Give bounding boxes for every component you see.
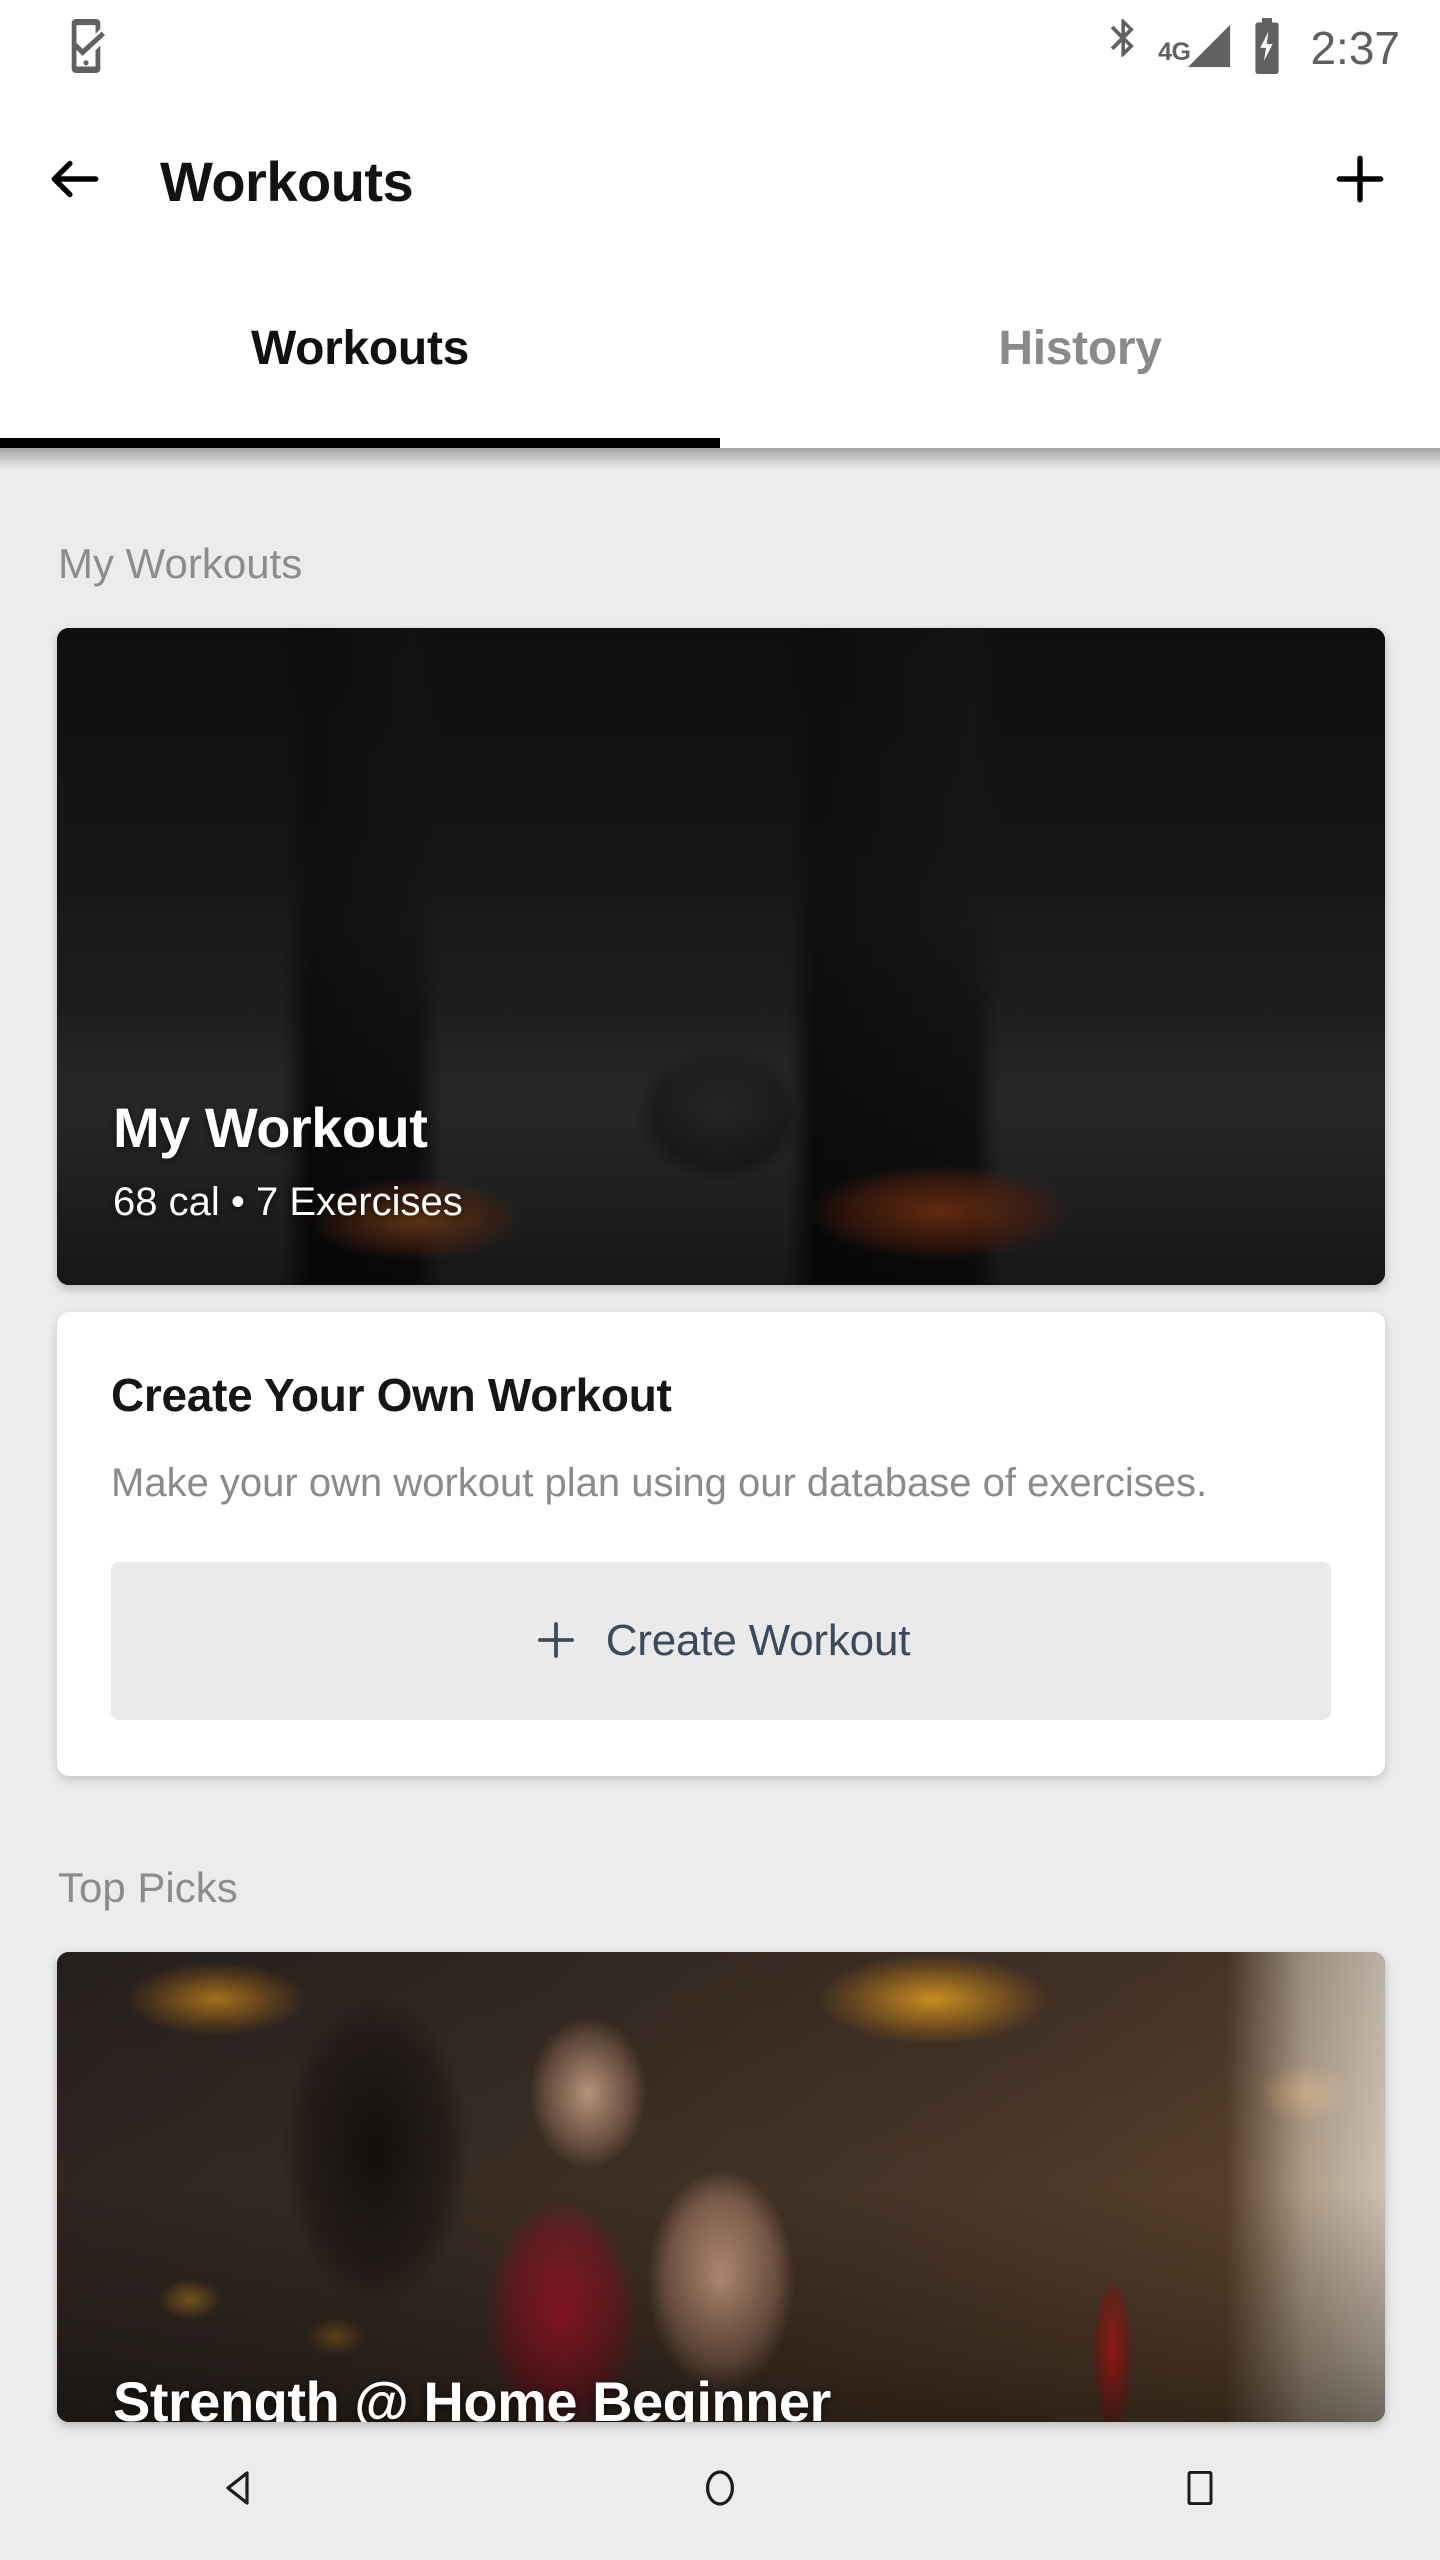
nav-back-button[interactable] [160, 2420, 320, 2560]
my-workout-card[interactable]: My Workout 68 cal • 7 Exercises [57, 628, 1385, 1285]
tab-active-indicator [0, 438, 720, 448]
battery-charging-icon [1250, 17, 1284, 79]
signal-bars-icon [1184, 22, 1234, 75]
section-header-top-picks: Top Picks [58, 1864, 238, 1911]
my-workout-card-text: My Workout 68 cal • 7 Exercises [113, 1096, 463, 1225]
top-pick-card[interactable]: Strength @ Home Beginner [57, 1952, 1385, 2422]
section-header-my-workouts: My Workouts [58, 540, 303, 587]
create-workout-card: Create Your Own Workout Make your own wo… [57, 1312, 1385, 1776]
add-workout-button[interactable] [1280, 96, 1440, 266]
image-scrim [57, 1952, 1385, 2422]
plus-icon [1329, 148, 1391, 215]
tab-history[interactable]: History [720, 266, 1440, 448]
back-arrow-icon [44, 148, 106, 215]
back-button[interactable] [0, 96, 150, 266]
home-circle-icon [696, 2464, 744, 2517]
create-workout-button-label: Create Workout [605, 1616, 911, 1665]
create-workout-button[interactable]: Create Workout [111, 1562, 1331, 1720]
tab-workouts-label: Workouts [250, 321, 470, 375]
nav-home-button[interactable] [640, 2420, 800, 2560]
status-bar: 4G 2:37 [0, 0, 1440, 96]
phone-screen: 4G 2:37 Workouts Workouts History My Wor… [0, 0, 1440, 2560]
tab-workouts[interactable]: Workouts [0, 266, 720, 448]
network-type-label: 4G [1158, 37, 1191, 66]
recents-square-icon [1178, 2464, 1222, 2517]
page-title: Workouts [160, 149, 414, 213]
nav-recents-button[interactable] [1120, 2420, 1280, 2560]
status-bar-system-icons: 4G 2:37 [1104, 17, 1400, 79]
status-bar-notifications [64, 18, 108, 79]
scroll-content[interactable]: My Workouts My Workout 68 cal • 7 Exerci… [0, 448, 1440, 2560]
create-workout-title: Create Your Own Workout [111, 1369, 672, 1421]
tab-bar: Workouts History [0, 266, 1440, 448]
bluetooth-icon [1104, 18, 1142, 78]
top-pick-card-title: Strength @ Home Beginner [113, 2370, 831, 2422]
create-workout-description: Make your own workout plan using our dat… [111, 1461, 1208, 1505]
my-workout-card-title: My Workout [113, 1096, 428, 1160]
app-bar: Workouts [0, 96, 1440, 266]
status-bar-clock: 2:37 [1310, 22, 1400, 74]
signal-indicator: 4G [1158, 22, 1234, 75]
system-navigation-bar [0, 2420, 1440, 2560]
my-workout-card-subtitle: 68 cal • 7 Exercises [113, 1180, 463, 1224]
tab-history-label: History [998, 321, 1162, 375]
back-triangle-icon [216, 2464, 264, 2517]
plus-icon [532, 1616, 580, 1667]
phone-check-icon [64, 18, 108, 79]
